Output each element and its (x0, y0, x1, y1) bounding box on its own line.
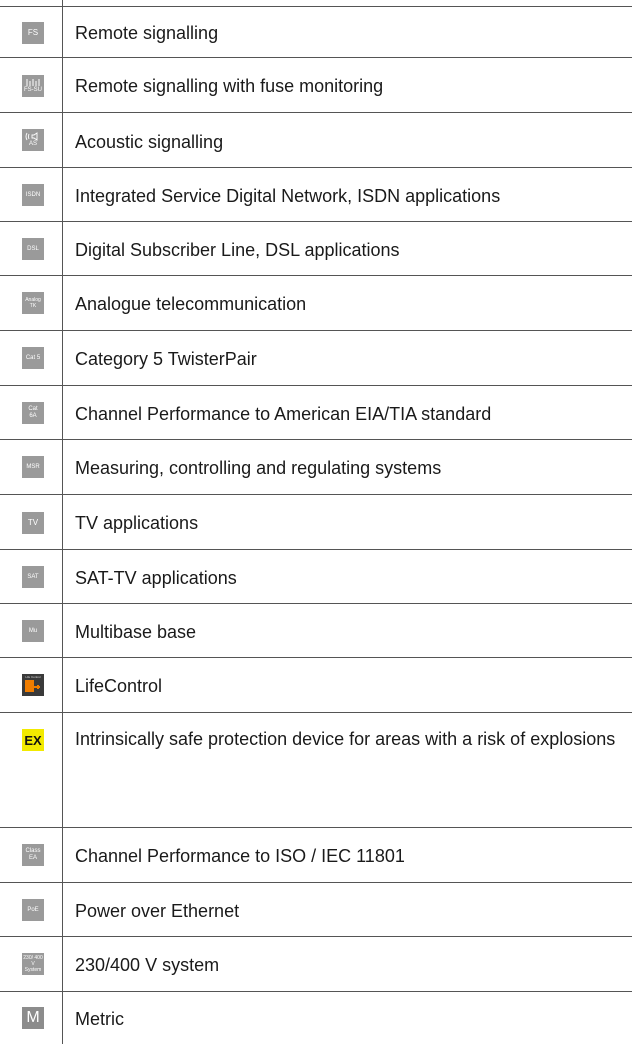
class-ea-icon: Class EA (22, 844, 44, 866)
row-description: Intrinsically safe protection device for… (75, 729, 616, 749)
table-row: M Metric (0, 992, 632, 1044)
icon-cell: PoE (0, 883, 62, 937)
analog-tk-icon: Analog TK (22, 292, 44, 314)
table-row: Class EA Channel Performance to ISO / IE… (0, 828, 632, 883)
table-row: AS Acoustic signalling (0, 113, 632, 168)
table-row: PoE Power over Ethernet (0, 883, 632, 937)
metric-icon: M (22, 1007, 44, 1029)
table-row: TV TV applications (0, 495, 632, 550)
icon-cell: Mu (0, 604, 62, 658)
isdn-icon: ISDN (22, 184, 44, 206)
icon-cell: 230/ 400 V System (0, 937, 62, 992)
row-description: Channel Performance to American EIA/TIA … (75, 404, 492, 424)
column-divider (62, 0, 63, 1044)
table-row: FS Remote signalling (0, 7, 632, 58)
icon-cell: EX (0, 713, 62, 828)
acoustic-signal-icon: AS (22, 129, 44, 151)
icon-cell: SAT (0, 550, 62, 604)
table-row: FS-SU Remote signalling with fuse monito… (0, 58, 632, 113)
row-description: Multibase base (75, 622, 197, 642)
row-description: Measuring, controlling and regulating sy… (75, 458, 442, 478)
icon-cell: FS-SU (0, 58, 62, 113)
dsl-icon: DSL (22, 238, 44, 260)
row-description: Digital Subscriber Line, DSL application… (75, 240, 400, 260)
mu-icon: Mu (22, 620, 44, 642)
row-description: Remote signalling with fuse monitoring (75, 76, 384, 96)
row-description: Metric (75, 1009, 124, 1029)
lifecontrol-icon: Life Control (22, 674, 44, 696)
ex-icon: EX (22, 729, 44, 751)
row-description: Integrated Service Digital Network, ISDN… (75, 186, 501, 206)
row-description: 230/400 V system (75, 955, 220, 975)
table-row: Cat 6A Channel Performance to American E… (0, 386, 632, 440)
icon-cell: MSR (0, 440, 62, 495)
msr-icon: MSR (22, 456, 44, 478)
cat5-icon: Cat 5 (22, 347, 44, 369)
row-description: TV applications (75, 513, 199, 533)
tv-icon: TV (22, 512, 44, 534)
fs-icon: FS (22, 22, 44, 44)
230-400v-system-icon: 230/ 400 V System (22, 953, 44, 975)
icon-cell: Cat 6A (0, 386, 62, 440)
fs-su-icon: FS-SU (22, 75, 44, 97)
table-row: Analog TK Analogue telecommunication (0, 276, 632, 331)
icon-cell: Cat 5 (0, 331, 62, 386)
poe-icon: PoE (22, 899, 44, 921)
icon-cell: Life Control (0, 658, 62, 713)
row-description: Channel Performance to ISO / IEC 11801 (75, 846, 405, 866)
table-row: Mu Multibase base (0, 604, 632, 658)
table-row: MSR Measuring, controlling and regulatin… (0, 440, 632, 495)
table-row: SAT SAT-TV applications (0, 550, 632, 604)
table-row: ISDN Integrated Service Digital Network,… (0, 168, 632, 222)
icon-cell: TV (0, 495, 62, 550)
icon-cell: ISDN (0, 168, 62, 222)
cat6a-icon: Cat 6A (22, 402, 44, 424)
icon-cell: Analog TK (0, 276, 62, 331)
icon-cell: DSL (0, 222, 62, 276)
row-description: Power over Ethernet (75, 901, 240, 921)
row-description: Acoustic signalling (75, 132, 224, 152)
icon-cell: AS (0, 113, 62, 168)
sat-icon: SAT (22, 566, 44, 588)
table-row: Cat 5 Category 5 TwisterPair (0, 331, 632, 386)
row-description: Remote signalling (75, 23, 219, 43)
icon-cell: FS (0, 7, 62, 58)
row-description: Category 5 TwisterPair (75, 349, 257, 369)
row-description: LifeControl (75, 676, 163, 696)
table-row: EX Intrinsically safe protection device … (0, 713, 632, 828)
table-row: DSL Digital Subscriber Line, DSL applica… (0, 222, 632, 276)
table-row: Life Control LifeControl (0, 658, 632, 713)
icon-cell: M (0, 992, 62, 1044)
row-description: SAT-TV applications (75, 568, 237, 588)
row-description: Analogue telecommunication (75, 294, 307, 314)
icon-cell: Class EA (0, 828, 62, 883)
table-row: 230/ 400 V System 230/400 V system (0, 937, 632, 992)
